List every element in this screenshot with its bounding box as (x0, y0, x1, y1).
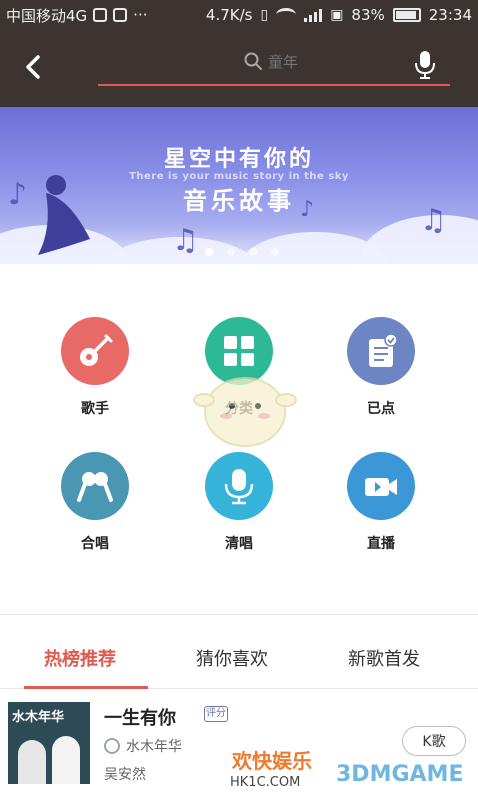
mascot-watermark-icon (193, 377, 297, 447)
acapella-label: 清唱 (225, 536, 253, 552)
duet-entry[interactable]: 合唱 (34, 417, 154, 552)
tab-hot-recommend[interactable]: 热榜推荐 (44, 645, 116, 671)
recommend-tabs: 热榜推荐 猜你喜欢 新歌首发 (0, 635, 478, 689)
carousel-indicator (205, 248, 279, 256)
acapella-circle (205, 452, 273, 520)
brand-watermark: 3DMGAME (336, 762, 464, 787)
guitar-icon (80, 334, 113, 366)
globe-icon (104, 738, 120, 754)
duet-label: 合唱 (81, 536, 109, 552)
wifi-icon (276, 8, 297, 22)
voice-search-icon[interactable] (414, 50, 436, 80)
checklist-icon (369, 333, 398, 367)
active-tab-indicator (24, 686, 148, 689)
back-arrow-icon (26, 55, 40, 79)
site-watermark: 欢快娱乐 (232, 749, 312, 773)
microphone-icon (224, 469, 254, 505)
network-speed: 4.7K/s (205, 6, 253, 24)
sim-icon: ▣ (330, 7, 344, 23)
artist-row: 水木年华 (104, 736, 182, 756)
battery-icon (392, 8, 421, 22)
domain-watermark: HK1C.COM (230, 775, 301, 790)
banner-cloud (360, 215, 478, 264)
singer-entry[interactable]: 歌手 (34, 282, 154, 417)
carrier-label: 中国移动4G (6, 6, 88, 25)
song-title: 一生有你 (104, 708, 176, 729)
status-bar: 中国移动4G ··· 4.7K/s ▯ ▣ 83% 23:34 (0, 0, 478, 30)
search-header (0, 30, 478, 107)
carousel-dot[interactable] (271, 248, 279, 256)
ordered-label: 已点 (367, 401, 395, 417)
live-entry[interactable]: 直播 (320, 417, 440, 552)
duet-circle (61, 452, 129, 520)
section-divider (0, 614, 478, 615)
video-camera-icon (365, 478, 397, 496)
album-person (52, 736, 80, 784)
cell-signal-icon (304, 8, 323, 22)
music-note-icon: ♫ (172, 223, 199, 258)
banner-title-line1: 星空中有你的 (163, 147, 314, 172)
search-icon (244, 52, 262, 70)
album-cover[interactable]: 水木年华 (8, 702, 90, 784)
carousel-dot[interactable] (227, 248, 235, 256)
carousel-dot[interactable] (249, 248, 257, 256)
clock: 23:34 (428, 6, 472, 24)
image-notification-icon (93, 8, 108, 22)
back-button[interactable] (20, 53, 48, 81)
duet-microphone-icon (77, 472, 113, 502)
artist-name: 水木年华 (126, 739, 182, 755)
ordered-circle (347, 317, 415, 385)
album-person (18, 740, 46, 784)
live-label: 直播 (367, 536, 395, 552)
ordered-entry[interactable]: 已点 (320, 282, 440, 417)
carousel-dot[interactable] (205, 248, 213, 256)
live-circle (347, 452, 415, 520)
more-notifications-icon: ··· (133, 6, 148, 24)
search-bar[interactable] (98, 44, 450, 86)
singer-label: 歌手 (81, 401, 109, 417)
score-badge: 评分 (204, 706, 228, 722)
battery-percent: 83% (351, 6, 385, 24)
tab-guess-you-like[interactable]: 猜你喜欢 (196, 645, 268, 671)
banner-title-line2: 音乐故事 (183, 187, 295, 215)
singer-circle (61, 317, 129, 385)
album-cover-title: 水木年华 (12, 710, 65, 725)
app-notification-icon (113, 8, 128, 22)
tab-new-release[interactable]: 新歌首发 (348, 645, 420, 671)
song-subtitle: 吴安然 (104, 767, 146, 783)
karaoke-button[interactable]: K歌 (402, 726, 466, 756)
search-input[interactable] (268, 50, 388, 74)
promo-banner[interactable]: ♪ ♫ ♪ ♫ 星空中有你的 There is your music story… (0, 107, 478, 264)
vibrate-icon: ▯ (260, 7, 269, 23)
